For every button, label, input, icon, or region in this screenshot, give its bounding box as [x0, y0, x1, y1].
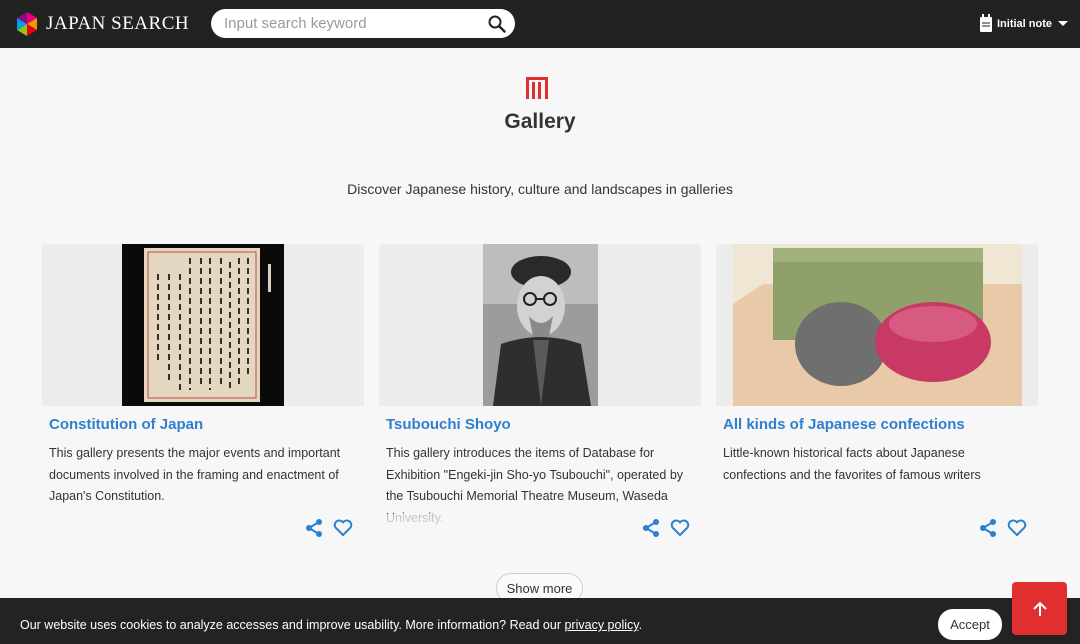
card-thumbnail[interactable]: [42, 244, 364, 406]
constitution-document-image: [122, 244, 284, 406]
chevron-down-icon: [1058, 21, 1068, 26]
card-title[interactable]: All kinds of Japanese confections: [723, 416, 1038, 433]
cookie-banner: Our website uses cookies to analyze acce…: [0, 598, 1080, 644]
search-icon[interactable]: [488, 15, 506, 33]
cookie-text: Our website uses cookies to analyze acce…: [20, 618, 642, 632]
initial-note-label: Initial note: [997, 17, 1052, 30]
card-title[interactable]: Tsubouchi Shoyo: [386, 416, 701, 433]
gallery-icon: [526, 77, 548, 99]
cookie-suffix: .: [638, 618, 643, 632]
accept-cookies-button[interactable]: Accept: [938, 609, 1002, 640]
card-thumbnail[interactable]: [716, 244, 1038, 406]
gallery-card[interactable]: Tsubouchi Shoyo This gallery introduces …: [379, 244, 701, 540]
page-subtitle: Discover Japanese history, culture and l…: [347, 181, 733, 197]
share-icon[interactable]: [978, 518, 998, 538]
card-description: Little-known historical facts about Japa…: [723, 446, 981, 482]
cookie-message: Our website uses cookies to analyze acce…: [20, 618, 565, 632]
share-icon[interactable]: [304, 518, 324, 538]
portrait-photo-image: [482, 244, 598, 406]
site-header: JAPAN SEARCH Initial note: [0, 0, 1080, 48]
initial-note-menu[interactable]: Initial note: [978, 14, 1068, 33]
gallery-card[interactable]: All kinds of Japanese confections Little…: [716, 244, 1038, 540]
confections-painting-image: [732, 244, 1022, 406]
search-input[interactable]: [224, 15, 474, 32]
card-thumbnail[interactable]: [379, 244, 701, 406]
site-logo[interactable]: JAPAN SEARCH: [14, 11, 189, 37]
card-description: This gallery presents the major events a…: [49, 446, 341, 503]
heart-icon[interactable]: [1007, 518, 1027, 538]
back-to-top-button[interactable]: [1012, 582, 1067, 635]
search-box: [211, 9, 515, 38]
gallery-card[interactable]: Constitution of Japan This gallery prese…: [42, 244, 364, 540]
card-title[interactable]: Constitution of Japan: [49, 416, 364, 433]
share-icon[interactable]: [641, 518, 661, 538]
heart-icon[interactable]: [333, 518, 353, 538]
page-title: Gallery: [504, 110, 576, 133]
logo-mark-icon: [17, 12, 37, 36]
privacy-policy-link[interactable]: privacy policy: [564, 618, 638, 632]
heart-icon[interactable]: [670, 518, 690, 538]
logo-text: JAPAN SEARCH: [46, 13, 190, 34]
note-icon: [980, 14, 992, 32]
arrow-up-icon: [1032, 601, 1047, 616]
